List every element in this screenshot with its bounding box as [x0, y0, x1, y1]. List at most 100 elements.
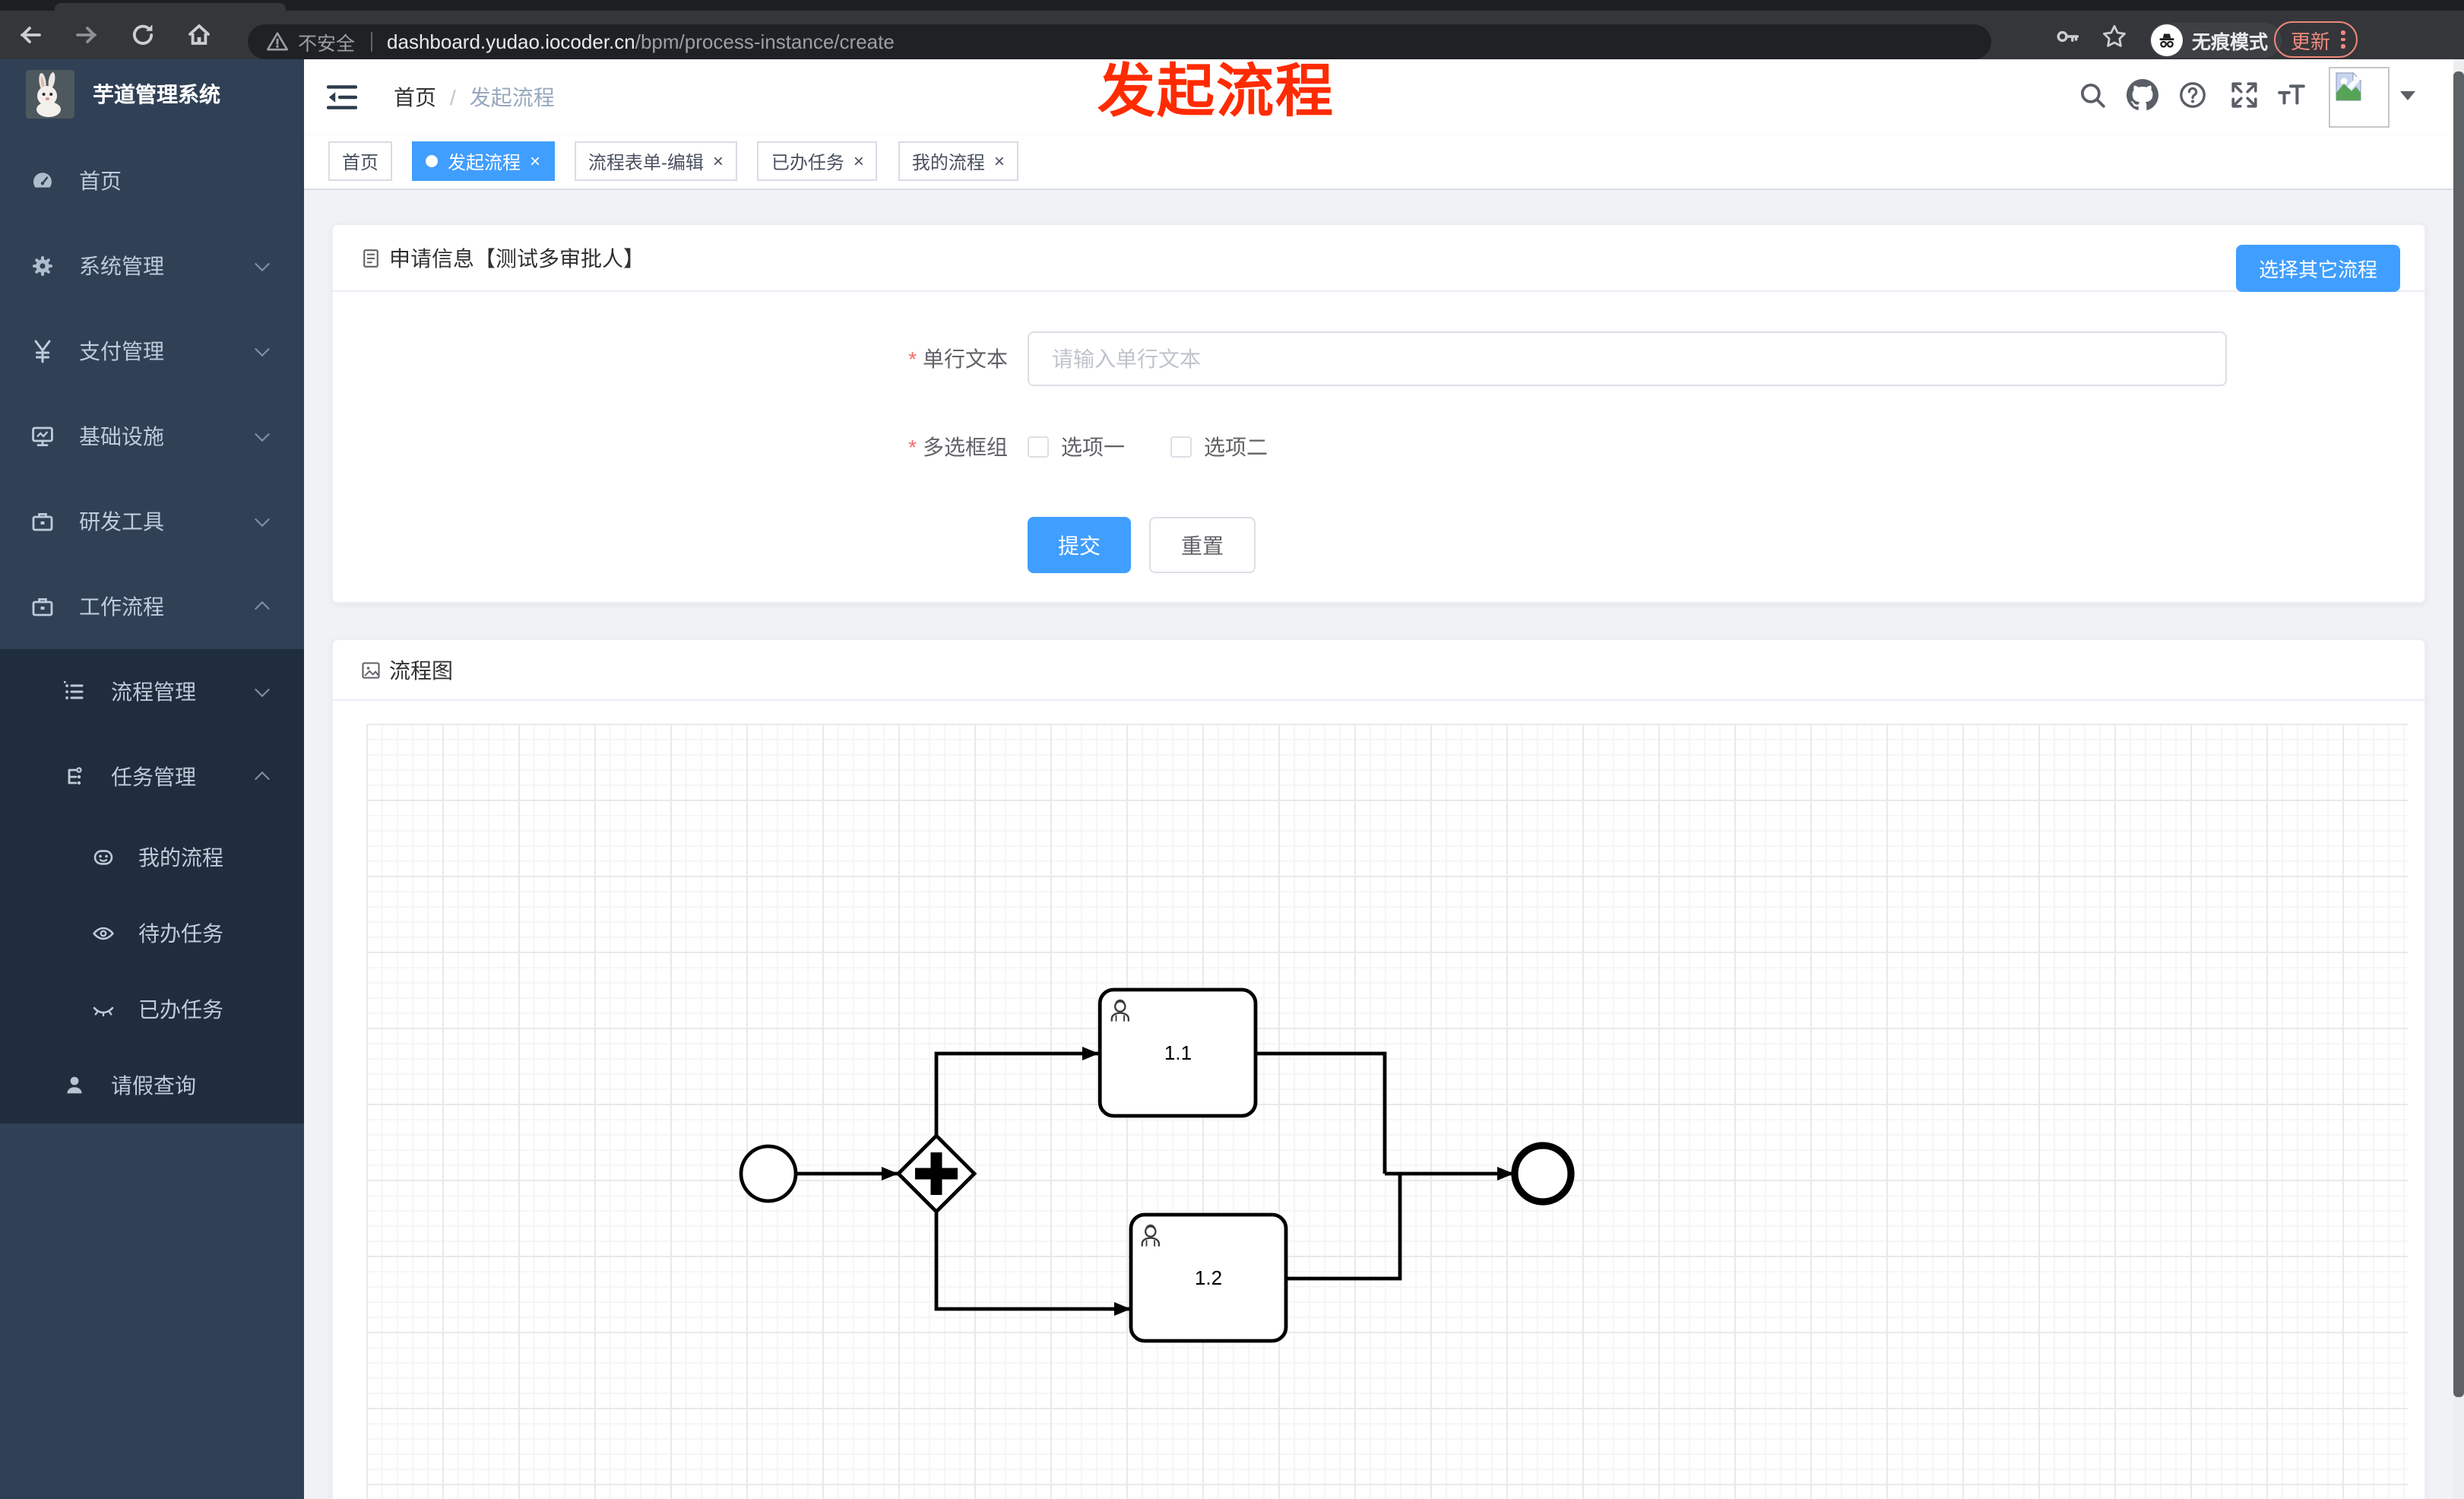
- sidebar-item-devtools[interactable]: 研发工具: [0, 479, 304, 564]
- avatar-caret-icon[interactable]: [2400, 91, 2415, 100]
- sidebar: 芋道管理系统 首页 系统管理 支付管理 基础设施 研发工具 工作流程 流程管理 …: [0, 59, 304, 1499]
- task-label: 1.2: [1195, 1266, 1222, 1289]
- url-path[interactable]: /bpm/process-instance/create: [635, 30, 895, 52]
- flow-gateway-to-task2: [934, 1212, 1131, 1316]
- breadcrumb: 首页 / 发起流程: [394, 59, 555, 135]
- screenshot-stage: 不安全 dashboard.yudao.iocoder.cn/bpm/proce…: [0, 0, 2464, 1499]
- close-icon[interactable]: ×: [530, 152, 540, 170]
- toolbox-icon: [32, 598, 53, 616]
- browser-update-button[interactable]: 更新: [2274, 21, 2358, 58]
- submit-button[interactable]: 提交: [1028, 517, 1131, 573]
- field-label-checkbox-group: * 多选框组: [333, 420, 1008, 474]
- field-label-single-text: * 单行文本: [333, 331, 1008, 386]
- tab-process-form-edit[interactable]: 流程表单-编辑 ×: [574, 141, 737, 181]
- dashboard-icon: [33, 173, 52, 188]
- card-header: 申请信息【测试多审批人】: [333, 225, 2424, 292]
- checkbox-option-2[interactable]: [1170, 436, 1192, 458]
- end-event-node[interactable]: [1511, 1142, 1575, 1206]
- org-tree-icon: [68, 767, 82, 785]
- sidebar-item-infra[interactable]: 基础设施: [0, 394, 304, 479]
- sidebar-item-workflow[interactable]: 工作流程: [0, 564, 304, 649]
- select-other-process-button[interactable]: 选择其它流程: [2235, 245, 2400, 292]
- close-icon[interactable]: ×: [854, 152, 864, 170]
- breadcrumb-home[interactable]: 首页: [394, 82, 436, 113]
- reset-button[interactable]: 重置: [1149, 517, 1256, 573]
- browser-tab[interactable]: [55, 3, 286, 11]
- monitor-icon: [32, 426, 53, 446]
- user-icon: [67, 1076, 82, 1094]
- breadcrumb-current: 发起流程: [469, 85, 555, 109]
- sidebar-item-label: 研发工具: [79, 509, 164, 534]
- apply-info-card: 申请信息【测试多审批人】 选择其它流程 *单行文本 *多选框组 选项一 选项二 …: [331, 223, 2426, 604]
- broken-image-icon: [2336, 71, 2364, 101]
- sidebar-item-payment[interactable]: 支付管理: [0, 309, 304, 394]
- sidebar-item-label: 请假查询: [111, 1073, 196, 1098]
- robot-face-icon: [93, 850, 113, 865]
- bpmn-canvas[interactable]: 1.1 1.2: [366, 724, 2408, 1499]
- font-size-icon[interactable]: [2277, 81, 2306, 109]
- scrollbar-thumb[interactable]: [2453, 71, 2464, 1397]
- update-label[interactable]: 更新: [2291, 25, 2330, 54]
- checkbox-label[interactable]: 选项一: [1061, 432, 1125, 462]
- home-icon[interactable]: [185, 21, 213, 49]
- field-label-text: 多选框组: [923, 435, 1008, 459]
- chevron-down-icon: [255, 512, 270, 528]
- tab-label: 已办任务: [771, 151, 844, 173]
- tab-my-process[interactable]: 我的流程 ×: [898, 141, 1018, 181]
- breadcrumb-separator: /: [450, 85, 456, 109]
- sidebar-item-label: 我的流程: [138, 845, 223, 870]
- eye-closed-icon: [93, 1006, 114, 1017]
- avatar[interactable]: [2329, 67, 2390, 128]
- sidebar-item-my-process[interactable]: 我的流程: [0, 819, 304, 895]
- sidebar-item-todo-tasks[interactable]: 待办任务: [0, 895, 304, 971]
- card-title: 流程图: [389, 658, 453, 682]
- close-icon[interactable]: ×: [994, 152, 1005, 170]
- key-icon[interactable]: [2055, 23, 2082, 50]
- tab-label: 发起流程: [447, 151, 521, 173]
- scrollbar[interactable]: [2453, 59, 2464, 1499]
- flow-task2-out: [1286, 1174, 1402, 1281]
- chevron-down-icon: [255, 256, 270, 272]
- fullscreen-icon[interactable]: [2230, 81, 2259, 109]
- back-icon[interactable]: [17, 21, 44, 49]
- tab-done-tasks[interactable]: 已办任务 ×: [757, 141, 878, 181]
- url-host[interactable]: dashboard.yudao.iocoder.cn: [387, 30, 635, 52]
- search-icon[interactable]: [2078, 81, 2107, 109]
- tab-start-process[interactable]: 发起流程 ×: [412, 141, 554, 181]
- close-icon[interactable]: ×: [713, 152, 724, 170]
- sidebar-collapse-icon[interactable]: [327, 84, 357, 111]
- sidebar-item-task-mgmt[interactable]: 任务管理: [0, 734, 304, 819]
- forward-icon[interactable]: [73, 21, 100, 49]
- field-label-text: 单行文本: [923, 347, 1008, 371]
- sidebar-item-process-mgmt[interactable]: 流程管理: [0, 649, 304, 734]
- checkbox-group: 选项一 选项二: [1028, 420, 1268, 474]
- tab-label: 我的流程: [911, 151, 985, 173]
- single-text-input[interactable]: [1028, 331, 2227, 386]
- not-secure-label[interactable]: 不安全: [298, 27, 355, 55]
- app-logo-row[interactable]: 芋道管理系统: [0, 59, 304, 129]
- sidebar-item-done-tasks[interactable]: 已办任务: [0, 971, 304, 1047]
- help-icon[interactable]: [2178, 81, 2207, 109]
- bookmark-star-icon[interactable]: [2101, 23, 2128, 50]
- sidebar-item-label: 待办任务: [138, 921, 223, 946]
- chevron-up-icon: [255, 601, 270, 616]
- document-icon: [363, 249, 378, 267]
- process-diagram-card: 流程图 1.1 1.2: [331, 639, 2426, 1499]
- browser-menu-icon[interactable]: [2341, 30, 2345, 49]
- sidebar-item-home[interactable]: 首页: [0, 138, 304, 223]
- sidebar-item-leave-query[interactable]: 请假查询: [0, 1047, 304, 1123]
- sidebar-item-label: 任务管理: [111, 765, 196, 789]
- checkbox-option-1[interactable]: [1028, 436, 1049, 458]
- tab-home[interactable]: 首页: [328, 141, 393, 181]
- sidebar-item-label: 首页: [79, 169, 122, 193]
- gear-icon: [33, 256, 52, 276]
- reload-icon[interactable]: [129, 21, 157, 49]
- chevron-up-icon: [255, 771, 270, 787]
- github-icon[interactable]: [2127, 79, 2158, 111]
- card-header: 流程图: [333, 640, 2424, 701]
- tab-label: 流程表单-编辑: [587, 151, 704, 173]
- sidebar-item-system[interactable]: 系统管理: [0, 223, 304, 309]
- start-event-node[interactable]: [739, 1144, 798, 1203]
- required-mark: *: [908, 435, 917, 459]
- checkbox-label[interactable]: 选项二: [1204, 432, 1268, 462]
